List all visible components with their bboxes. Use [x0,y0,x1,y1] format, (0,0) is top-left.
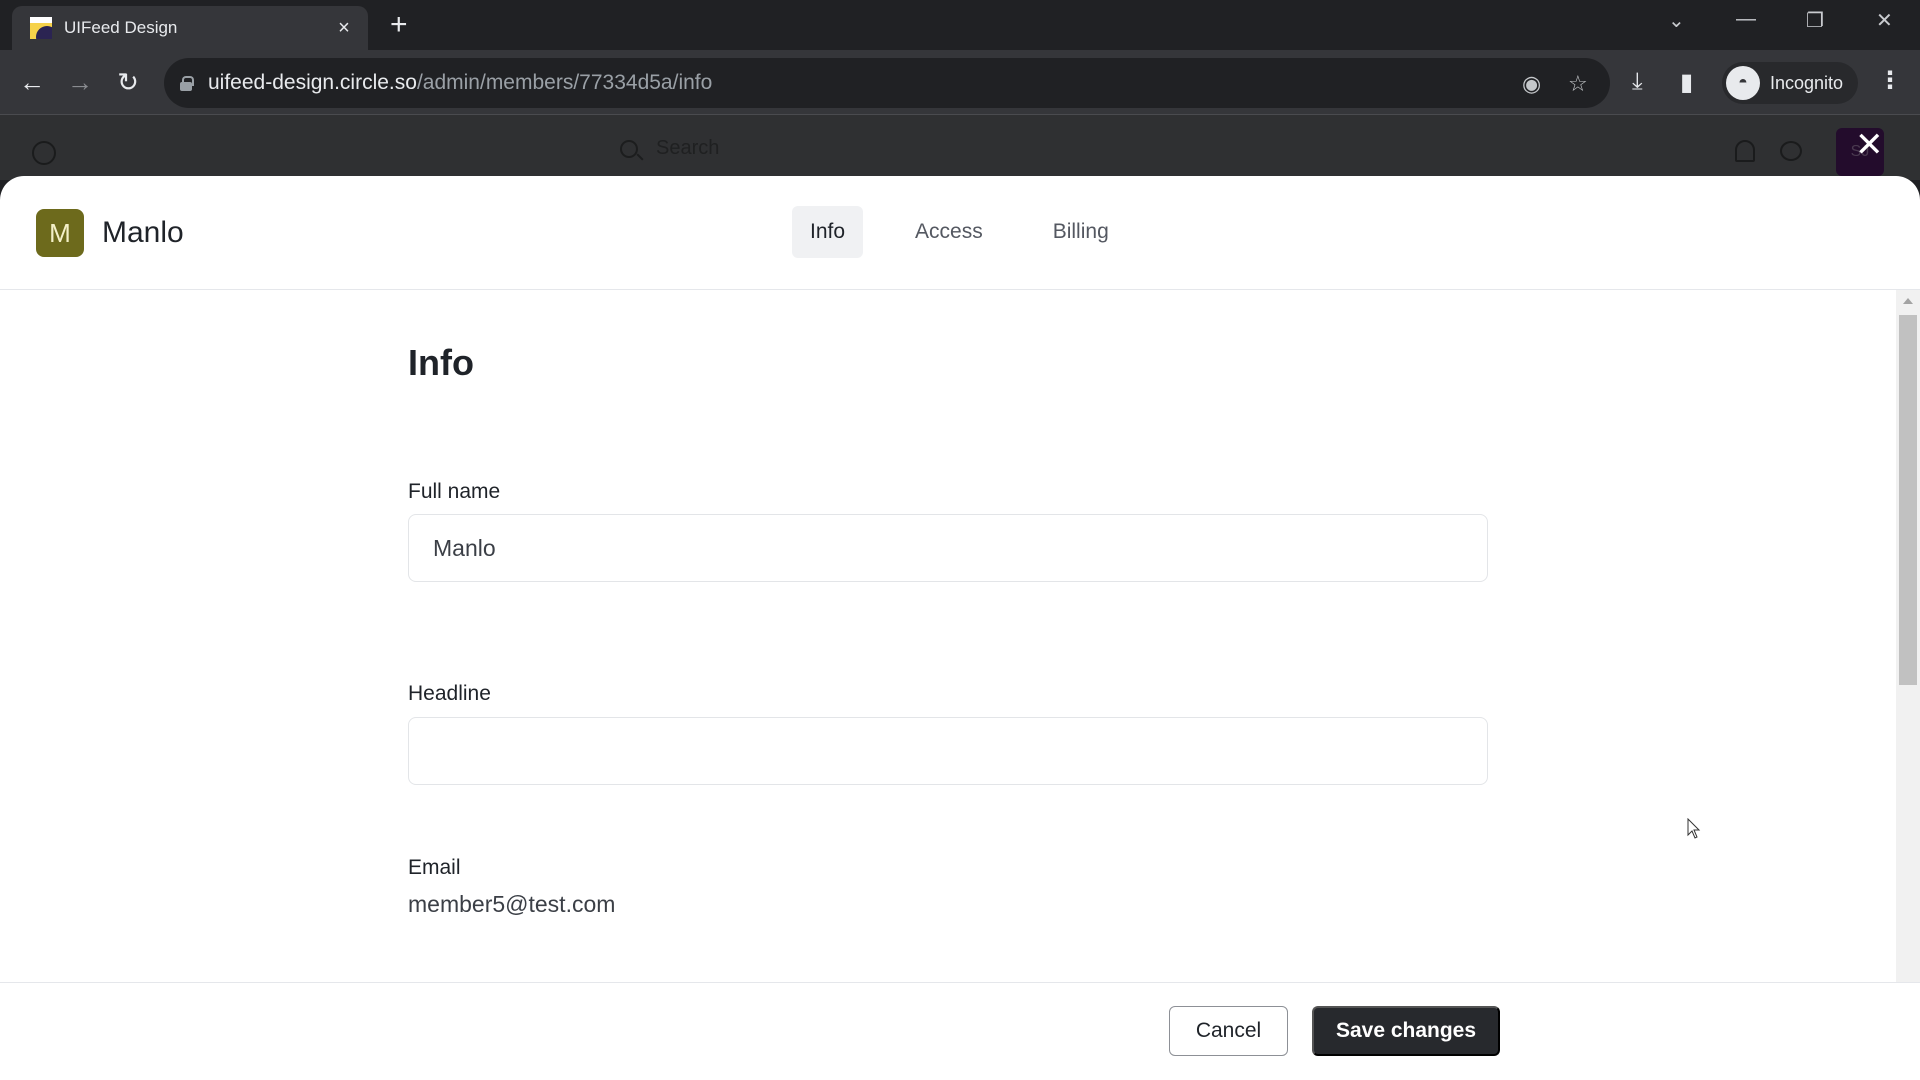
save-changes-button[interactable]: Save changes [1312,1006,1500,1056]
tab-info[interactable]: Info [792,206,864,258]
app-header-backdrop: Search SJ [0,115,1920,180]
headline-label: Headline [408,682,491,705]
incognito-label: Incognito [1770,72,1844,93]
member-edit-modal: M Manlo Info Access Billing Info Full na… [0,176,1920,1080]
address-bar[interactable]: uifeed-design.circle.so/admin/members/77… [164,58,1610,108]
cancel-button[interactable]: Cancel [1169,1006,1288,1056]
eye-off-icon[interactable]: ◉ [1522,71,1541,97]
full-name-label: Full name [408,480,501,503]
member-name: Manlo [102,216,184,249]
incognito-icon: ◓ [1726,66,1760,100]
tab-billing[interactable]: Billing [1035,206,1127,258]
back-icon[interactable]: ← [14,64,50,100]
notifications-bell-icon[interactable] [1735,140,1755,162]
search-placeholder: Search [656,137,720,159]
minimize-icon[interactable]: — [1736,8,1756,31]
member-avatar: M [36,209,84,257]
side-panel-icon[interactable]: ▮ [1680,68,1693,97]
browser-menu-icon[interactable]: ⋮ [1878,66,1902,95]
url-host: uifeed-design.circle.so [208,71,417,94]
incognito-profile-button[interactable]: ◓ Incognito [1722,62,1858,104]
lock-icon[interactable] [180,76,194,91]
tab-title: UIFeed Design [64,18,178,37]
scroll-thumb[interactable] [1899,315,1917,685]
modal-footer: Cancel Save changes [0,982,1920,1080]
restore-icon[interactable]: ❐ [1806,8,1824,33]
browser-tab-strip: UIFeed Design × + ⌄ — ❐ ✕ [0,0,1920,50]
tab-access[interactable]: Access [897,206,1001,258]
new-tab-button[interactable]: + [390,10,408,40]
site-favicon-icon [30,17,52,39]
window-close-icon[interactable]: ✕ [1876,8,1893,33]
bookmark-star-icon[interactable]: ☆ [1568,71,1588,97]
modal-close-icon[interactable]: ✕ [1855,128,1884,162]
page-title: Info [408,342,474,383]
forward-icon[interactable]: → [62,64,98,100]
email-label: Email [408,856,461,879]
community-logo-icon[interactable] [32,141,56,165]
email-value: member5@test.com [408,891,616,917]
messages-chat-icon[interactable] [1780,141,1802,161]
app-search[interactable]: Search [620,137,719,160]
reload-icon[interactable]: ↻ [110,64,146,100]
content-scrollbar[interactable] [1896,290,1920,982]
headline-input[interactable] [408,717,1488,785]
search-icon [620,139,638,158]
member-tabs: Info Access Billing [792,206,1161,258]
url-path: /admin/members/77334d5a/info [416,71,713,94]
modal-header: M Manlo Info Access Billing [0,176,1920,290]
full-name-input[interactable] [408,514,1488,582]
tab-close-icon[interactable]: × [334,17,354,40]
tab-search-icon[interactable]: ⌄ [1668,8,1685,33]
scroll-up-arrow-icon[interactable] [1903,298,1913,304]
browser-tab[interactable]: UIFeed Design × [12,6,368,50]
modal-content: Info Full name Headline Email member5@te… [0,290,1896,982]
download-icon[interactable]: ⤓ [1632,68,1643,96]
